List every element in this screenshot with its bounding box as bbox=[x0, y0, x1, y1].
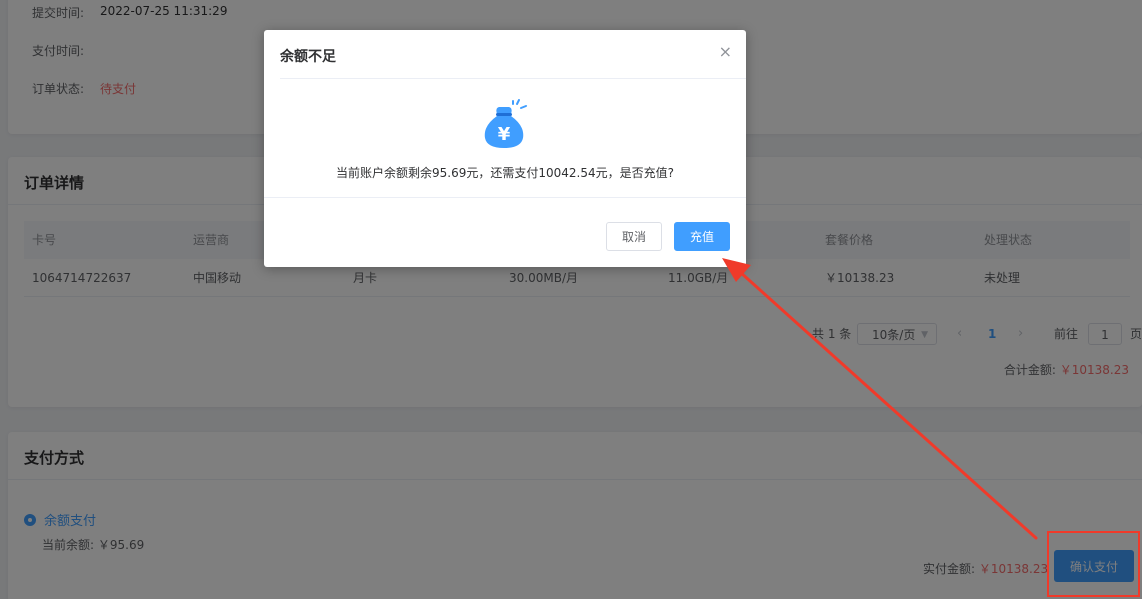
money-bag-icon: ¥ bbox=[484, 99, 527, 148]
dialog-bottom-divider bbox=[264, 197, 746, 198]
dialog-message: 当前账户余额剩余95.69元，还需支付10042.54元，是否充值? bbox=[336, 166, 674, 180]
svg-text:¥: ¥ bbox=[498, 124, 511, 145]
close-icon[interactable]: × bbox=[719, 42, 732, 61]
dialog-top-divider bbox=[280, 78, 746, 79]
cancel-button[interactable]: 取消 bbox=[606, 222, 662, 251]
recharge-button[interactable]: 充值 bbox=[674, 222, 730, 251]
dialog-title: 余额不足 bbox=[280, 49, 336, 65]
insufficient-balance-dialog: 余额不足 × ¥ 当前账户余额剩余95.69元，还需支付10042.54元，是否… bbox=[264, 30, 746, 267]
